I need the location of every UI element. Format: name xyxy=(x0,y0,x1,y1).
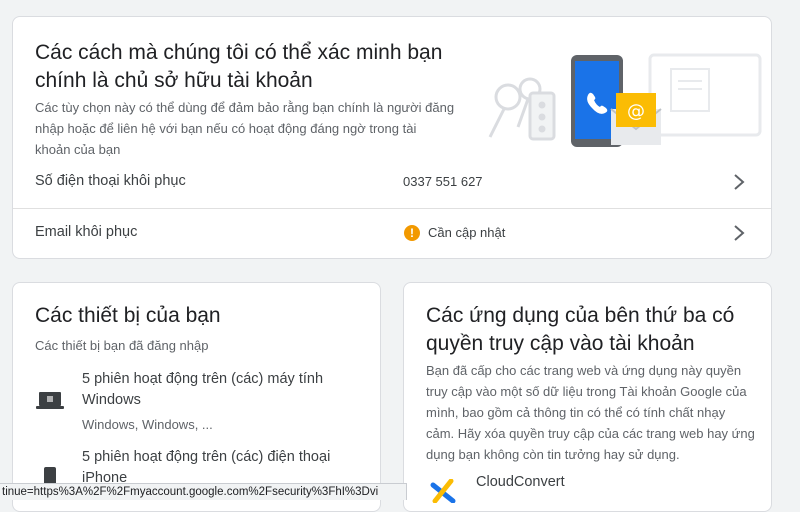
recovery-info-card: Các cách mà chúng tôi có thể xác minh bạ… xyxy=(12,16,772,259)
card-subtitle: Các thiết bị bạn đã đăng nhập xyxy=(35,338,209,353)
app-item-cloudconvert[interactable]: CloudConvert xyxy=(404,473,771,511)
svg-text:@: @ xyxy=(627,101,645,122)
laptop-icon xyxy=(36,392,64,409)
recovery-phone-row[interactable]: Số điện thoại khôi phục 0337 551 627 xyxy=(13,158,771,208)
warning-icon: ! xyxy=(404,225,420,241)
third-party-apps-card: Các ứng dụng của bên thứ ba có quyền tru… xyxy=(403,282,772,512)
email-icon: @ xyxy=(610,93,662,145)
status-url: tinue=https%3A%2F%2Fmyaccount.google.com… xyxy=(2,486,379,498)
device-title: 5 phiên hoạt động trên (các) máy tính Wi… xyxy=(82,371,324,408)
card-title: Các thiết bị của bạn xyxy=(35,304,221,327)
card-title: Các cách mà chúng tôi có thể xác minh bạ… xyxy=(35,41,443,92)
recovery-phone-label: Số điện thoại khôi phục xyxy=(35,173,186,189)
recovery-illustration: @ xyxy=(488,53,762,147)
recovery-email-row[interactable]: Email khôi phục ! Cần cập nhật xyxy=(13,209,771,258)
keys-icon xyxy=(488,77,556,141)
card-title: Các ứng dụng của bên thứ ba có quyền tru… xyxy=(426,304,735,355)
cloudconvert-icon xyxy=(430,479,456,503)
recovery-email-label: Email khôi phục xyxy=(35,224,138,240)
chevron-right-icon xyxy=(734,225,745,241)
devices-card: Các thiết bị của bạn Các thiết bị bạn đã… xyxy=(12,282,381,512)
card-description: Các tùy chọn này có thể dùng để đảm bảo … xyxy=(35,100,455,157)
recovery-phone-value: 0337 551 627 xyxy=(403,174,483,189)
monitor-icon xyxy=(648,53,762,137)
chevron-right-icon xyxy=(734,174,745,190)
device-item-windows[interactable]: 5 phiên hoạt động trên (các) máy tính Wi… xyxy=(13,369,380,439)
recovery-email-status: Cần cập nhật xyxy=(428,225,506,240)
card-description: Bạn đã cấp cho các trang web và ứng dụng… xyxy=(426,363,755,462)
browser-status-bar: tinue=https%3A%2F%2Fmyaccount.google.com… xyxy=(0,483,407,500)
app-name: CloudConvert xyxy=(476,474,565,490)
device-detail: Windows, Windows, ... xyxy=(82,417,213,432)
